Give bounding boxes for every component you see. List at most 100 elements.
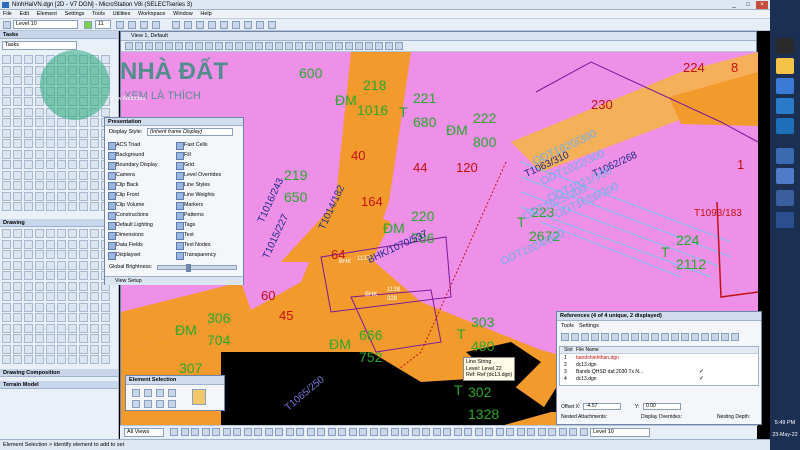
view-tool-icon[interactable] — [125, 42, 133, 50]
main-tool-icon[interactable] — [46, 202, 55, 211]
view-attribute-toggle[interactable]: Dimensions — [107, 231, 144, 240]
main-tool-icon[interactable] — [68, 149, 77, 159]
view-control-icon[interactable] — [212, 428, 220, 436]
drawing-tool-icon[interactable] — [101, 302, 110, 312]
drawing-tool-icon[interactable] — [79, 250, 88, 259]
main-tool-icon[interactable] — [35, 160, 44, 169]
drawing-tool-icon[interactable] — [13, 302, 22, 312]
main-tool-icon[interactable] — [57, 202, 66, 211]
main-tool-icon[interactable] — [13, 55, 22, 64]
reference-tool-icon[interactable] — [591, 333, 599, 341]
drawing-tool-icon[interactable] — [46, 229, 55, 238]
drawing-tool-icon[interactable] — [13, 281, 22, 291]
drawing-tool-icon[interactable] — [35, 313, 44, 322]
main-tool-icon[interactable] — [46, 139, 55, 148]
drawing-tool-icon[interactable] — [2, 344, 11, 354]
main-tool-icon[interactable] — [57, 149, 66, 159]
view-attribute-toggle[interactable]: Clip Front — [107, 191, 139, 200]
reference-tool-icon[interactable] — [631, 333, 639, 341]
view-attribute-toggle[interactable]: Fast Cells — [175, 141, 208, 150]
menu-element[interactable]: Element — [34, 10, 60, 19]
drawing-tool-icon[interactable] — [35, 334, 44, 343]
view-attribute-toggle[interactable]: ACS Triad — [107, 141, 140, 150]
reference-row[interactable]: 1 bandohinhthan.dgn — [564, 355, 619, 362]
main-tool-icon[interactable] — [68, 191, 77, 201]
reference-tool-icon[interactable] — [691, 333, 699, 341]
drawing-tool-icon[interactable] — [13, 344, 22, 354]
view-attribute-toggle[interactable]: Boundary Display — [107, 161, 158, 170]
drawing-tool-icon[interactable] — [2, 334, 11, 343]
main-tool-icon[interactable] — [24, 202, 33, 211]
drawing-tool-icon[interactable] — [57, 344, 66, 354]
view-control-icon[interactable] — [306, 428, 315, 436]
drawing-tool-icon[interactable] — [35, 292, 44, 301]
drawing-tool-icon[interactable] — [79, 239, 88, 249]
brightness-slider-thumb[interactable] — [186, 264, 191, 272]
main-tool-icon[interactable] — [68, 181, 77, 190]
view-tool-icon[interactable] — [185, 42, 193, 50]
drawing-tool-icon[interactable] — [90, 334, 99, 343]
drawing-tool-icon[interactable] — [24, 229, 33, 238]
drawing-tool-icon[interactable] — [90, 302, 99, 312]
main-tool-icon[interactable] — [68, 139, 77, 148]
drawing-tool-icon[interactable] — [57, 313, 66, 322]
main-tool-icon[interactable] — [2, 107, 11, 117]
main-tool-icon[interactable] — [90, 160, 99, 169]
drawing-tool-icon[interactable] — [46, 344, 55, 354]
main-tool-icon[interactable] — [57, 170, 66, 180]
drawing-tool-icon[interactable] — [46, 334, 55, 343]
main-tool-icon[interactable] — [68, 202, 77, 211]
drawing-tool-icon[interactable] — [79, 344, 88, 354]
drawing-tool-icon[interactable] — [46, 260, 55, 270]
drawing-tool-icon[interactable] — [46, 250, 55, 259]
view-attribute-toggle[interactable]: Background — [107, 151, 144, 160]
view-control-icon[interactable] — [233, 428, 241, 436]
main-tool-icon[interactable] — [35, 170, 44, 180]
view-control-icon[interactable] — [453, 428, 462, 436]
drawing-tool-icon[interactable] — [90, 229, 99, 238]
drawing-tool-icon[interactable] — [46, 292, 55, 301]
drawing-tool-icon[interactable] — [2, 281, 11, 291]
view-tool-icon[interactable] — [285, 42, 293, 50]
view-control-icon[interactable] — [506, 428, 514, 436]
drawing-tool-icon[interactable] — [57, 271, 66, 280]
drawing-tool-icon[interactable] — [13, 229, 22, 238]
reference-row[interactable]: 4 dc13.dgn ✓ — [564, 376, 704, 383]
main-tool-icon[interactable] — [24, 76, 33, 85]
drawing-tool-icon[interactable] — [2, 271, 11, 280]
drawing-tool-icon[interactable] — [24, 292, 33, 301]
element-info-icon[interactable] — [196, 21, 204, 29]
drawing-tool-icon[interactable] — [57, 355, 66, 364]
main-tool-icon[interactable] — [13, 139, 22, 148]
drawing-tool-icon[interactable] — [46, 355, 55, 364]
main-tool-icon[interactable] — [2, 139, 11, 148]
view-tool-icon[interactable] — [355, 42, 363, 50]
drawing-tool-icon[interactable] — [79, 323, 88, 333]
reference-tool-icon[interactable] — [641, 333, 649, 341]
main-tool-icon[interactable] — [2, 97, 11, 106]
view-tool-icon[interactable] — [375, 42, 383, 50]
view-control-icon[interactable] — [411, 428, 420, 436]
drawing-tool-icon[interactable] — [101, 344, 110, 354]
drawing-tool-icon[interactable] — [13, 323, 22, 333]
reference-tool-icon[interactable] — [731, 333, 739, 341]
view-attribute-toggle[interactable]: Markers — [175, 201, 203, 210]
view-control-icon[interactable] — [537, 428, 546, 436]
view-tool-icon[interactable] — [395, 42, 403, 50]
view-control-icon[interactable] — [264, 428, 273, 436]
drawing-tool-icon[interactable] — [90, 355, 99, 364]
drawing-tool-icon[interactable] — [57, 302, 66, 312]
terrain-model-header[interactable]: Terrain Model — [0, 381, 118, 389]
main-tool-icon[interactable] — [90, 191, 99, 201]
view-tool-icon[interactable] — [235, 42, 243, 50]
view-attribute-toggle[interactable]: Level Overrides — [175, 171, 221, 180]
main-tool-icon[interactable] — [24, 160, 33, 169]
key-in-icon[interactable] — [268, 21, 276, 29]
weight-select[interactable]: 11 — [95, 20, 111, 29]
main-tool-icon[interactable] — [24, 118, 33, 127]
browser-icon[interactable] — [776, 78, 794, 94]
view-tool-icon[interactable] — [365, 42, 373, 50]
view-control-icon[interactable] — [443, 428, 451, 436]
main-tool-icon[interactable] — [35, 191, 44, 201]
view-attribute-toggle[interactable]: Line Styles — [175, 181, 210, 190]
